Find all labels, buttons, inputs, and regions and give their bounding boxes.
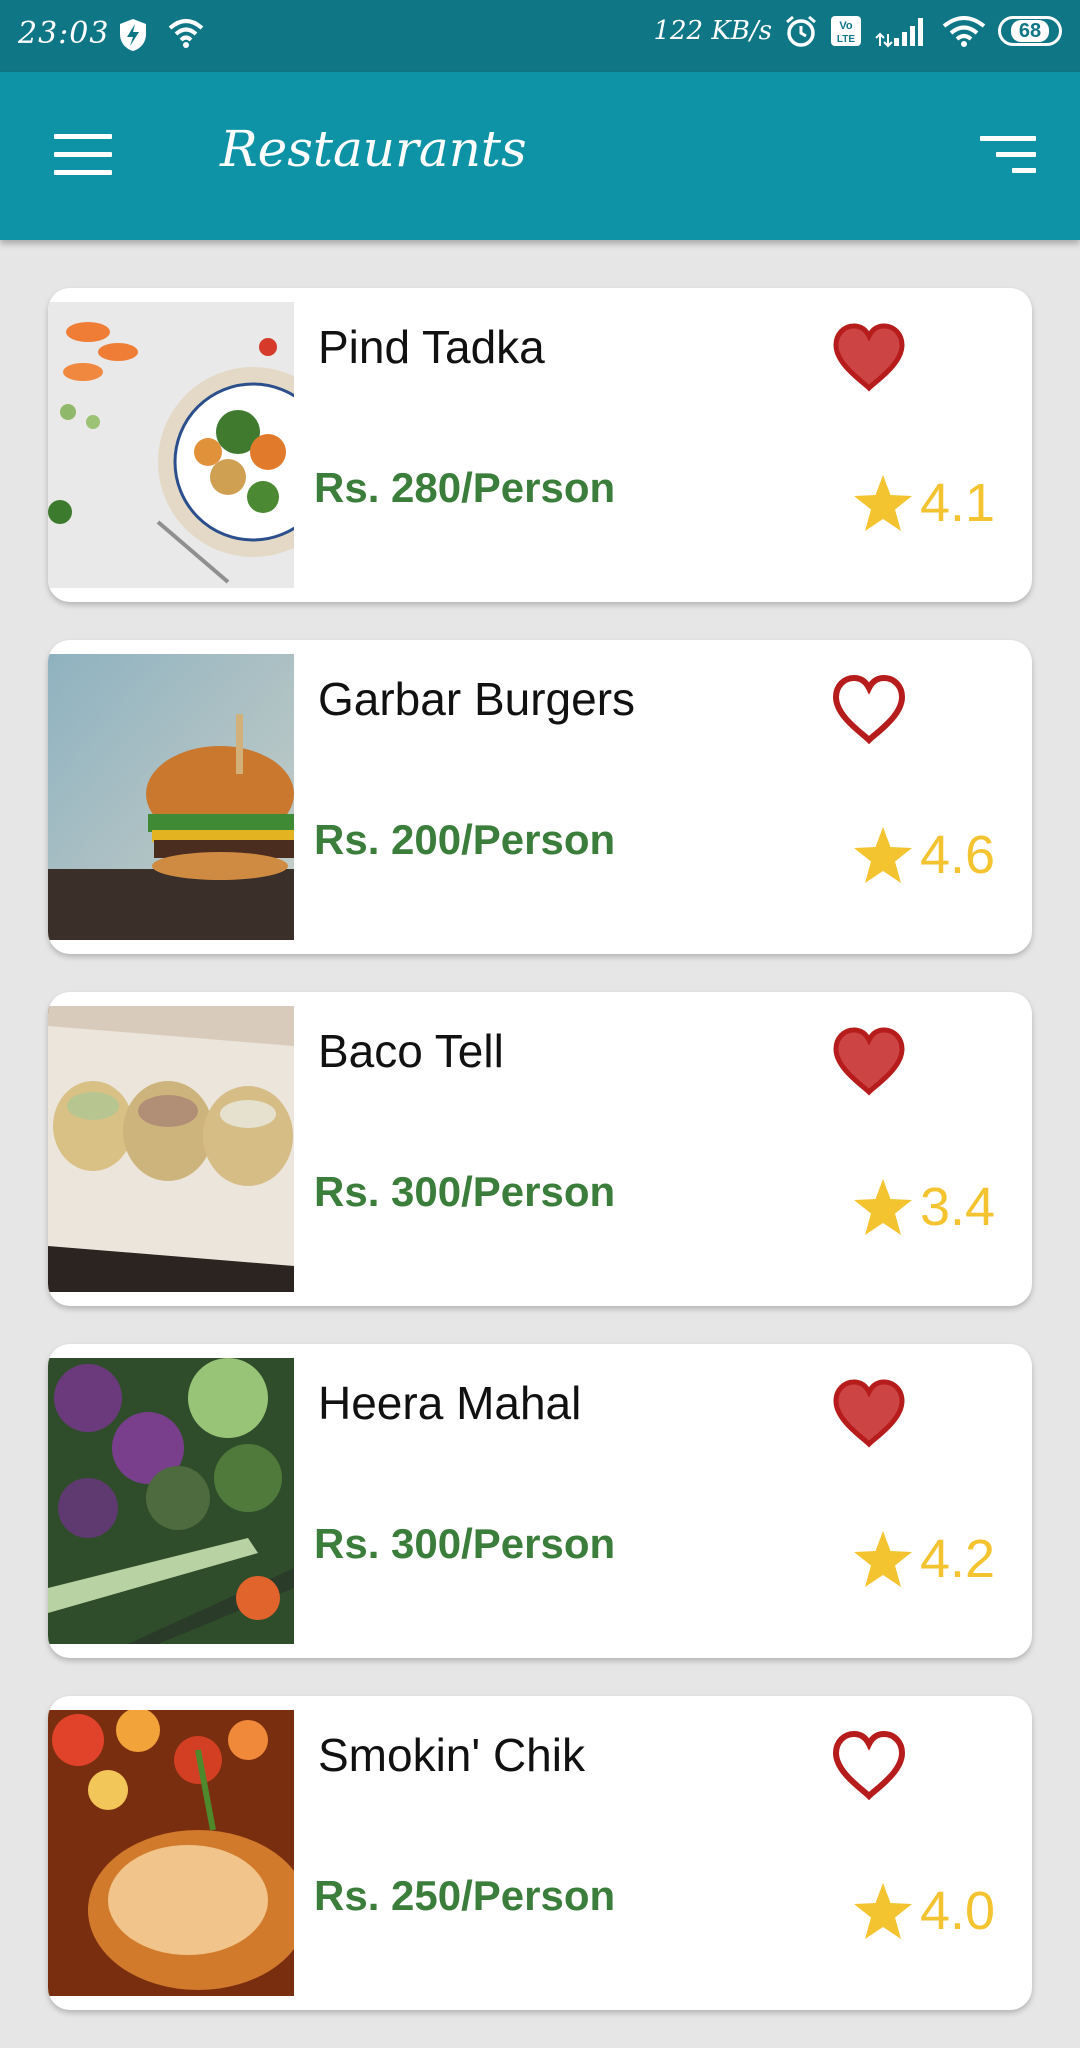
restaurant-image — [48, 654, 294, 940]
volte-icon: Vo LTE — [831, 16, 861, 46]
wifi-icon — [942, 16, 986, 47]
restaurant-card[interactable]: Heera Mahal Rs. 300/Person 4.2 — [48, 1344, 1032, 1658]
rating: 4.6 — [852, 824, 995, 886]
status-right-icons: 122 KB/s Vo LTE 68 — [653, 14, 1062, 48]
favorite-heart-filled-icon[interactable] — [832, 1026, 906, 1096]
restaurant-name: Baco Tell — [318, 1025, 504, 1077]
restaurant-card[interactable]: Garbar Burgers Rs. 200/Person 4.6 — [48, 640, 1032, 954]
favorite-heart-outline-icon[interactable] — [832, 1730, 906, 1800]
rating-value: 4.1 — [920, 473, 996, 533]
battery-level: 68 — [1010, 20, 1050, 42]
favorite-heart-filled-icon[interactable] — [832, 322, 906, 392]
wifi-icon — [168, 19, 204, 48]
star-icon — [854, 827, 912, 883]
restaurant-card[interactable]: Smokin' Chik Rs. 250/Person 4.0 — [48, 1696, 1032, 2010]
restaurant-image — [48, 302, 294, 588]
hamburger-menu-icon[interactable] — [54, 134, 112, 176]
restaurant-price: Rs. 200/Person — [314, 816, 616, 863]
star-icon — [854, 475, 912, 531]
favorite-heart-filled-icon[interactable] — [832, 1378, 906, 1448]
signal-icon — [875, 18, 923, 48]
status-bar: 23:03 122 KB/s Vo LTE 68 — [0, 0, 1080, 72]
star-icon — [854, 1883, 912, 1939]
rating: 4.0 — [852, 1880, 995, 1942]
alarm-icon — [786, 15, 816, 47]
restaurant-name: Garbar Burgers — [318, 673, 636, 725]
rating-value: 4.0 — [920, 1881, 996, 1941]
restaurant-name: Smokin' Chik — [318, 1729, 585, 1781]
restaurant-image — [48, 1710, 294, 1996]
restaurant-image — [48, 1006, 294, 1292]
restaurant-price: Rs. 300/Person — [314, 1168, 616, 1215]
restaurant-price: Rs. 250/Person — [314, 1872, 616, 1919]
restaurant-price: Rs. 280/Person — [314, 464, 616, 511]
restaurant-card[interactable]: Baco Tell Rs. 300/Person 3.4 — [48, 992, 1032, 1306]
favorite-heart-outline-icon[interactable] — [832, 674, 906, 744]
restaurant-name: Heera Mahal — [318, 1377, 582, 1429]
rating: 4.1 — [852, 472, 995, 534]
rating: 3.4 — [852, 1176, 995, 1238]
status-left-icons — [118, 18, 204, 52]
restaurant-card[interactable]: Pind Tadka Rs. 280/Person 4.1 — [48, 288, 1032, 602]
restaurant-image — [48, 1358, 294, 1644]
svg-text:Vo: Vo — [839, 20, 853, 32]
restaurant-price: Rs. 300/Person — [314, 1520, 616, 1567]
rating-value: 3.4 — [920, 1177, 996, 1237]
restaurant-list[interactable]: Pind Tadka Rs. 280/Person 4.1 Garbar Bur… — [48, 288, 1032, 2048]
page-title: Restaurants — [220, 120, 527, 178]
svg-text:LTE: LTE — [837, 34, 855, 45]
battery-icon: 68 — [998, 16, 1062, 46]
network-speed: 122 KB/s — [653, 16, 772, 46]
rating-value: 4.2 — [920, 1529, 996, 1589]
sort-icon[interactable] — [980, 136, 1036, 176]
star-icon — [854, 1531, 912, 1587]
star-icon — [854, 1179, 912, 1235]
rating: 4.2 — [852, 1528, 995, 1590]
status-time: 23:03 — [18, 16, 110, 51]
shield-bolt-icon — [120, 19, 146, 51]
restaurant-name: Pind Tadka — [318, 321, 545, 373]
rating-value: 4.6 — [920, 825, 996, 885]
app-bar: Restaurants — [0, 72, 1080, 240]
